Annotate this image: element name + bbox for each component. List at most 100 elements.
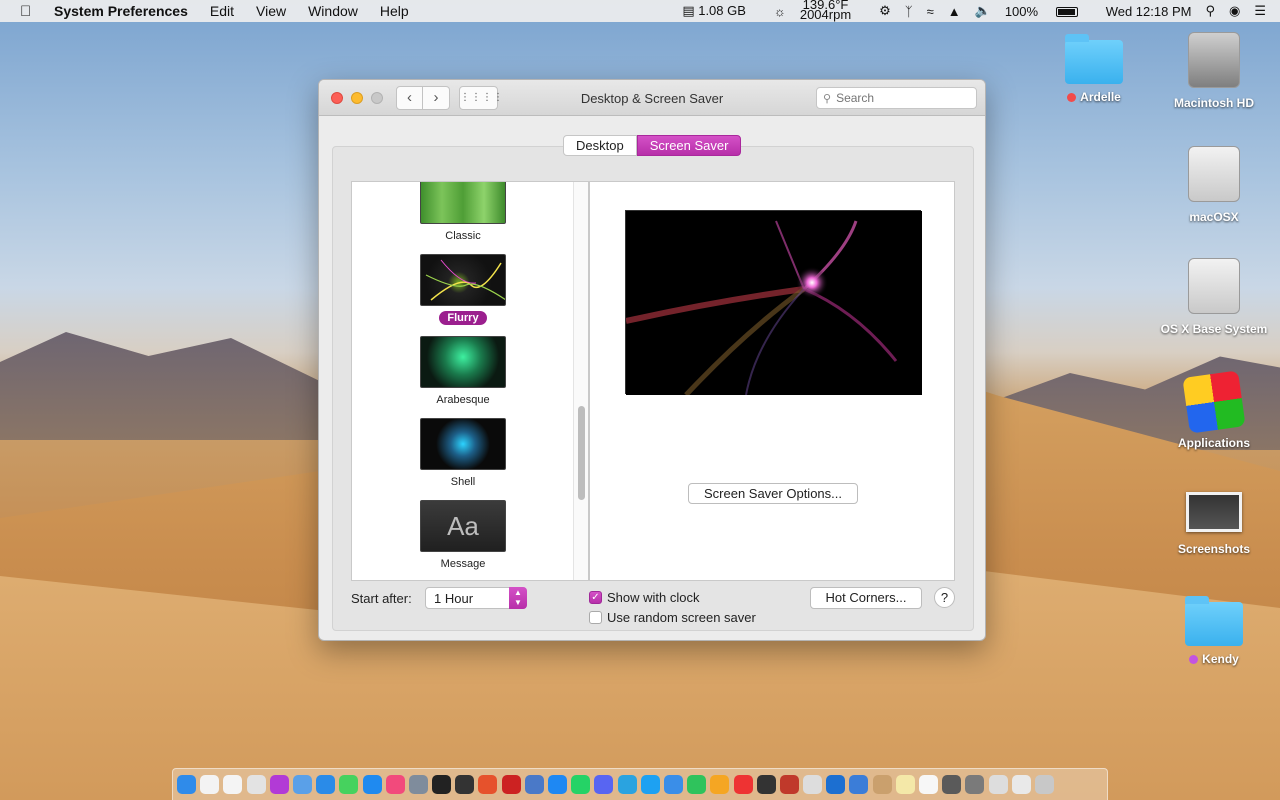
battery-status[interactable]: 100% [1005,4,1092,19]
menu-help[interactable]: Help [380,3,409,19]
dock-app-icon[interactable] [385,775,405,794]
volume-icon[interactable]: 🔈 [975,3,991,19]
dock-app-icon[interactable] [362,775,382,794]
desktop-icon-screenshots[interactable]: Screenshots [1159,484,1269,556]
dock-app-icon[interactable] [200,775,220,794]
dock-app-icon[interactable] [594,775,614,794]
saver-label: Arabesque [436,394,490,406]
airplay-icon[interactable]: ▲ [948,4,961,19]
dock-app-icon[interactable] [524,775,544,794]
screen-saver-list[interactable]: Classic Flurry Arabesque Shell Aa Messag… [351,181,589,581]
search-field[interactable]: ⚲ [816,87,977,109]
drive-icon [1188,258,1240,314]
dock-app-icon[interactable] [478,775,498,794]
notification-center-icon[interactable]: ☰ [1254,3,1266,19]
desktop-icon-applications[interactable]: Applications [1159,370,1269,450]
saver-item-arabesque[interactable]: Arabesque [352,336,574,407]
dock-app-icon[interactable] [316,775,336,794]
dock-app-icon[interactable] [177,775,196,794]
dock-app-icon[interactable] [1011,775,1031,794]
bluetooth-icon[interactable]: ᛉ [905,4,913,19]
desktop-icon-ardelle[interactable]: Ardelle [1039,34,1149,104]
drive-icon [1188,146,1240,202]
dock-app-icon[interactable] [501,775,521,794]
list-scrollbar[interactable] [573,182,588,580]
apple-menu-icon[interactable]:  [20,3,36,20]
scrollbar-thumb[interactable] [578,406,585,500]
help-button[interactable]: ? [934,587,955,608]
tab-desktop[interactable]: Desktop [563,135,637,156]
desktop-icon-macintosh-hd[interactable]: Macintosh HD [1159,32,1269,110]
tab-screen-saver[interactable]: Screen Saver [636,135,742,156]
menu-view[interactable]: View [256,3,286,19]
tab-control: Desktop Screen Saver [563,135,742,157]
dock-app-icon[interactable] [663,775,683,794]
wifi-icon[interactable]: ≈ [927,4,934,19]
preview-area: Screen Saver Options... [589,181,955,581]
dock-app-icon[interactable] [1034,775,1054,794]
desktop-icon-label: Applications [1177,436,1250,450]
dock-app-icon[interactable] [640,775,660,794]
saver-item-message[interactable]: Aa Message [352,500,574,571]
menu-edit[interactable]: Edit [210,3,234,19]
wallpaper-mountain-left [0,332,330,440]
memory-value: 1.08 GB [698,3,746,18]
show-with-clock-checkbox[interactable]: ✓ Show with clock [589,590,699,605]
menu-app-name[interactable]: System Preferences [54,3,188,19]
dock-app-icon[interactable] [687,775,707,794]
dock-app-icon[interactable] [548,775,567,794]
dock-app-icon[interactable] [779,775,799,794]
desktop-icon-kendy[interactable]: Kendy [1159,596,1269,666]
dock-app-icon[interactable] [872,775,892,794]
saver-item-classic[interactable]: Classic [352,182,574,243]
desktop-icon-label: Kendy [1202,652,1239,666]
desktop-icon-label: macOSX [1189,210,1239,224]
brightness-icon[interactable]: ☼ [774,4,786,19]
dock-app-icon[interactable] [965,775,985,794]
dock-app-icon[interactable] [455,775,475,794]
start-after-select[interactable]: 1 Hour ▲ ▼ [425,587,527,609]
dock-app-icon[interactable] [246,775,266,794]
search-input[interactable] [836,91,967,105]
dock-app-icon[interactable] [269,775,289,794]
dock-app-icon[interactable] [849,775,869,794]
saver-item-flurry[interactable]: Flurry [352,254,574,325]
title-bar[interactable]: ‹ › ⋮⋮⋮⋮ Desktop & Screen Saver ⚲ [319,80,985,116]
start-after-value: 1 Hour [434,591,474,606]
clock[interactable]: Wed 12:18 PM [1106,4,1192,19]
dock-app-icon[interactable] [432,775,452,794]
dock-app-icon[interactable] [826,775,846,794]
desktop-icon-macosx[interactable]: macOSX [1159,146,1269,224]
dock-app-icon[interactable] [919,775,938,794]
vpn-icon[interactable]: ⚙ [879,3,891,19]
dock-app-icon[interactable] [408,775,428,794]
dock-app-icon[interactable] [710,775,730,794]
temp-status[interactable]: 139.6°F 2004rpm [800,0,865,21]
dock-app-icon[interactable] [571,775,591,794]
dock-app-icon[interactable] [292,775,312,794]
dock-app-icon[interactable] [733,775,753,794]
spotlight-icon[interactable]: ⚲ [1205,3,1215,19]
saver-item-shell[interactable]: Shell [352,418,574,489]
screen-saver-options-button[interactable]: Screen Saver Options... [688,483,858,504]
dock-app-icon[interactable] [617,775,637,794]
saver-thumbnail: Aa [420,500,506,552]
dock-app-icon[interactable] [803,775,823,794]
dock-app-icon[interactable] [988,775,1008,794]
dock-app-icon[interactable] [895,775,915,794]
dock-app-icon[interactable] [942,775,962,794]
saver-thumbnail [420,418,506,470]
random-saver-checkbox[interactable]: Use random screen saver [589,610,756,625]
saver-label: Classic [445,230,481,242]
dock-app-icon[interactable] [223,775,243,794]
menu-window[interactable]: Window [308,3,358,19]
saver-label: Message [440,558,486,570]
dock-app-icon[interactable] [339,775,359,794]
desktop-icon-os-x-base-system[interactable]: OS X Base System [1159,258,1269,336]
memory-status[interactable]: ▤ 1.08 GB [682,3,760,19]
hot-corners-button[interactable]: Hot Corners... [810,587,922,609]
desktop-icon-label: OS X Base System [1160,322,1268,336]
saver-thumbnail [420,336,506,388]
siri-icon[interactable]: ◉ [1229,3,1240,19]
dock-app-icon[interactable] [756,775,776,794]
